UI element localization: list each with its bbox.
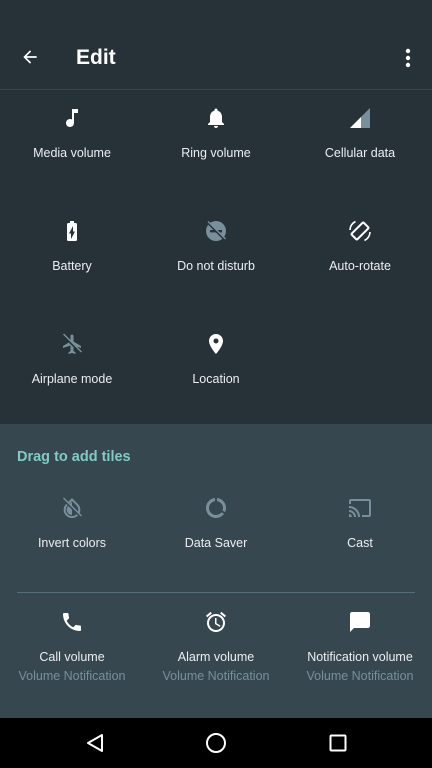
tile-sublabel: Volume Notification <box>162 669 270 683</box>
tile-auto-rotate[interactable]: Auto-rotate <box>288 203 432 313</box>
triangle-back-icon <box>87 734 103 752</box>
back-arrow-icon <box>23 50 37 64</box>
tile-cellular-data[interactable]: Cellular data <box>288 90 432 200</box>
phone-icon <box>63 613 81 631</box>
tile-sublabel: Volume Notification <box>18 669 126 683</box>
tile-label: Alarm volume <box>177 650 255 664</box>
tile-ring-volume[interactable]: Ring volume <box>144 90 288 200</box>
tile-sublabel: Volume Notification <box>306 669 414 683</box>
tile-label: Data Saver <box>184 536 248 550</box>
nav-recents-button[interactable] <box>322 727 354 759</box>
music-note-icon <box>66 109 78 127</box>
battery-icon <box>67 221 77 241</box>
nav-back-button[interactable] <box>79 727 111 759</box>
page-title: Edit <box>76 46 116 69</box>
tile-battery[interactable]: Battery <box>0 203 144 313</box>
tile-label: Battery <box>52 259 92 273</box>
tile-cast[interactable]: Cast <box>288 480 432 590</box>
tile-label: Location <box>192 372 240 386</box>
tile-media-volume[interactable]: Media volume <box>0 90 144 200</box>
available-divider <box>17 592 415 593</box>
tile-label: Airplane mode <box>31 372 113 386</box>
cellular-signal-icon <box>350 108 370 128</box>
tile-do-not-disturb[interactable]: Do not disturb <box>144 203 288 313</box>
tile-label: Auto-rotate <box>329 259 391 273</box>
alarm-clock-icon <box>206 611 226 632</box>
tile-call-volume[interactable]: Call volume Volume Notification <box>0 594 144 704</box>
toolbar: Edit <box>0 24 432 89</box>
tile-label: Invert colors <box>37 536 107 550</box>
tile-label: Ring volume <box>181 146 251 160</box>
back-button[interactable] <box>14 41 46 73</box>
circle-home-icon <box>206 733 226 753</box>
tile-alarm-volume[interactable]: Alarm volume Volume Notification <box>144 594 288 704</box>
chat-bubble-icon <box>350 612 370 632</box>
overflow-menu-button[interactable] <box>396 42 420 74</box>
navigation-bar <box>0 718 432 768</box>
tile-label: Notification volume <box>307 650 413 664</box>
tile-label: Do not disturb <box>177 259 255 273</box>
nav-home-button[interactable] <box>200 727 232 759</box>
location-pin-icon <box>209 334 223 354</box>
tile-location[interactable]: Location <box>144 316 288 426</box>
tile-data-saver[interactable]: Data Saver <box>144 480 288 590</box>
available-tiles-area: Drag to add tiles Invert colors Data Sav… <box>0 424 432 718</box>
data-saver-icon <box>206 498 226 518</box>
tile-invert-colors[interactable]: Invert colors <box>0 480 144 590</box>
square-recents-icon <box>329 734 347 752</box>
cast-icon <box>349 499 371 517</box>
auto-rotate-icon <box>349 220 371 242</box>
bell-icon <box>208 108 224 128</box>
status-bar <box>0 0 432 24</box>
tile-notification-volume[interactable]: Notification volume Volume Notification <box>288 594 432 704</box>
drag-to-add-heading: Drag to add tiles <box>17 449 131 465</box>
airplane-icon <box>62 333 82 354</box>
active-tiles-area: Media volume Ring volume Cellular data B… <box>0 90 432 424</box>
invert-colors-icon <box>62 497 82 518</box>
tile-label: Call volume <box>39 650 105 664</box>
do-not-disturb-icon <box>206 221 226 241</box>
more-vert-icon <box>405 48 411 68</box>
tile-label: Cellular data <box>324 146 396 160</box>
tile-label: Cast <box>347 536 373 550</box>
tile-airplane-mode[interactable]: Airplane mode <box>0 316 144 426</box>
tile-label: Media volume <box>33 146 111 160</box>
